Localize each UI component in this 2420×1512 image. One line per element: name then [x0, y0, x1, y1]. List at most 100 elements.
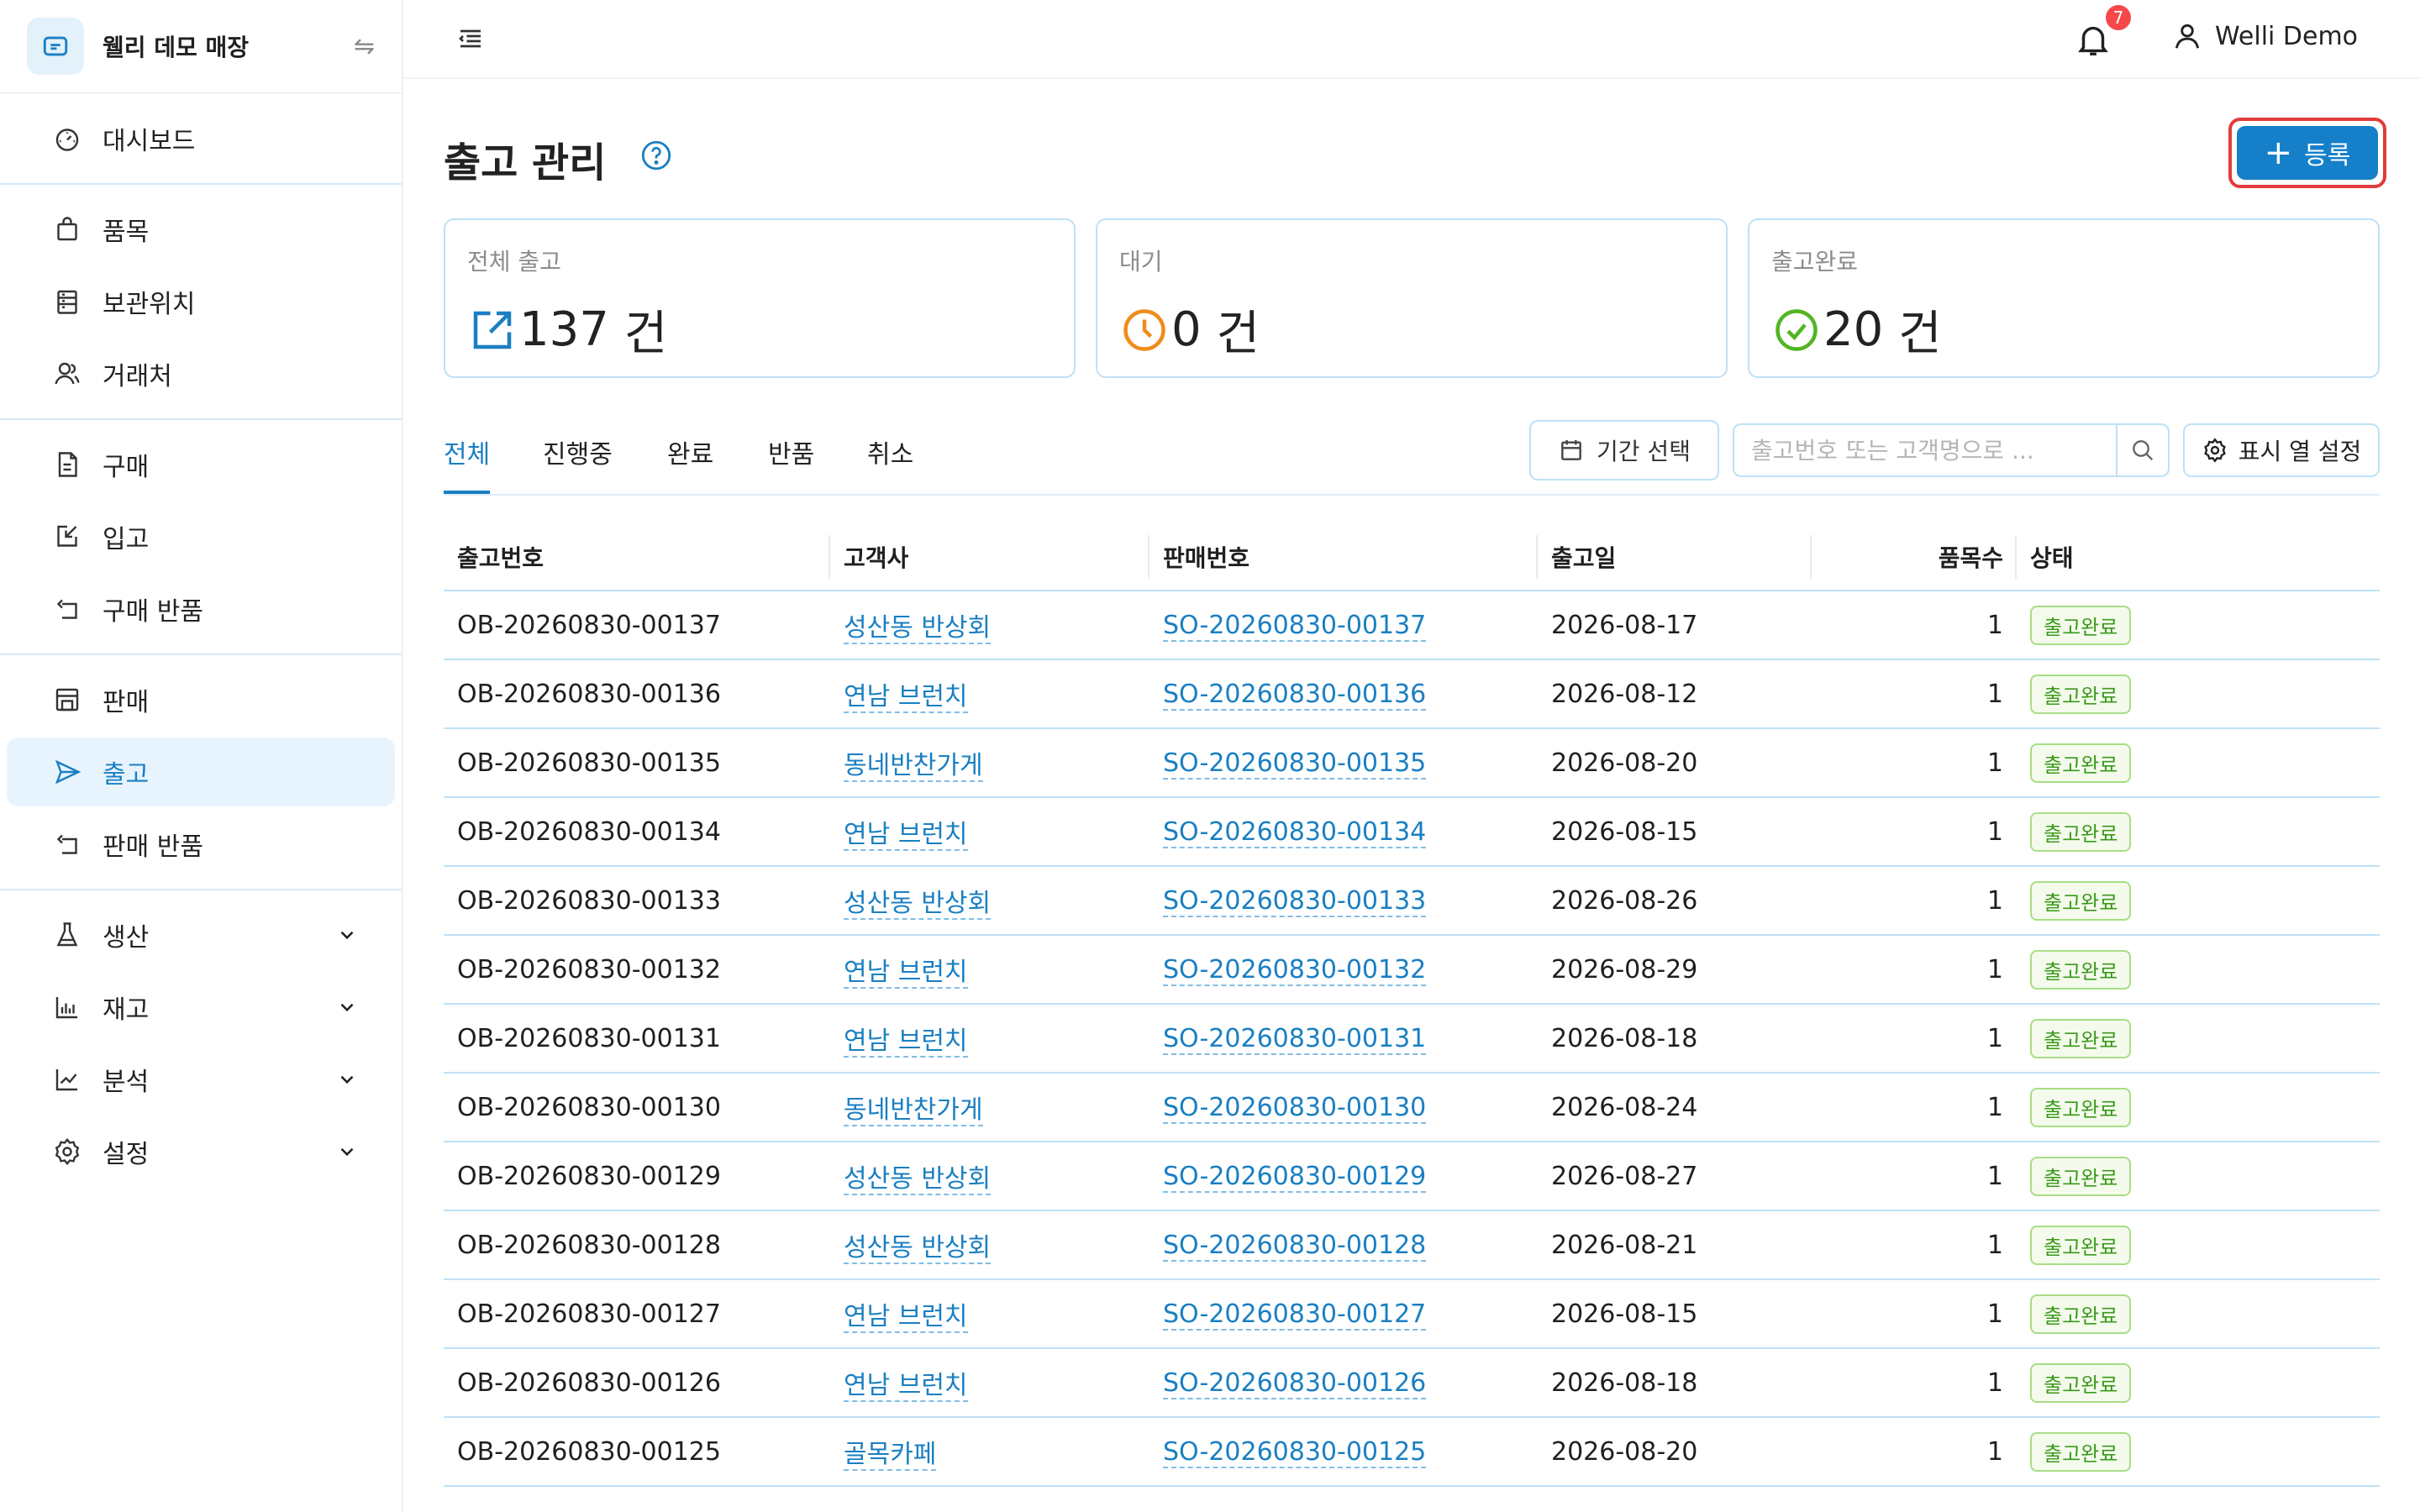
- sales-order-link[interactable]: SO-20260830-00128: [1163, 1230, 1427, 1262]
- customer-link[interactable]: 연남 브런치: [844, 820, 968, 851]
- tab-all[interactable]: 전체: [444, 433, 491, 494]
- sidebar-item-locations[interactable]: 보관위치: [7, 267, 395, 336]
- sidebar-item-items[interactable]: 품목: [7, 195, 395, 264]
- column-header[interactable]: 고객사: [830, 535, 1150, 579]
- table-row[interactable]: OB-20260830-00137 성산동 반상회 SO-20260830-0013…: [444, 591, 2380, 660]
- tab-returned[interactable]: 반품: [768, 433, 814, 491]
- customer-link[interactable]: 동네반찬가게: [844, 1095, 983, 1126]
- customer-link[interactable]: 골목카페: [844, 1440, 937, 1471]
- customer-link[interactable]: 성산동 반상회: [844, 1233, 992, 1264]
- customer-link[interactable]: 성산동 반상회: [844, 613, 992, 644]
- customer-link[interactable]: 동네반찬가게: [844, 751, 983, 782]
- sidebar-item-label: 판매: [103, 688, 150, 717]
- sales-order-link[interactable]: SO-20260830-00136: [1163, 679, 1427, 711]
- status-cell-cell: 출고완료: [2017, 1431, 2380, 1472]
- sales-order-link[interactable]: SO-20260830-00127: [1163, 1299, 1427, 1331]
- customer-link[interactable]: 연남 브런치: [844, 1026, 968, 1058]
- outbound-date-cell: 2026-08-29: [1538, 955, 1812, 984]
- table-row[interactable]: OB-20260830-00130 동네반찬가게 SO-20260830-00130…: [444, 1074, 2380, 1142]
- search-input[interactable]: [1734, 425, 2116, 475]
- sales-order-link[interactable]: SO-20260830-00137: [1163, 610, 1427, 642]
- customer-link[interactable]: 성산동 반상회: [844, 1164, 992, 1195]
- table-row[interactable]: OB-20260830-00128 성산동 반상회 SO-20260830-0012…: [444, 1211, 2380, 1280]
- outbound-number: OB-20260830-00129: [457, 1161, 721, 1191]
- customer-link[interactable]: 연남 브런치: [844, 1302, 968, 1333]
- chevron-down-icon: [340, 931, 354, 940]
- sidebar-item-label: 거래처: [103, 362, 172, 391]
- sidebar-item-inventory[interactable]: 재고: [7, 973, 395, 1042]
- sales-order-link[interactable]: SO-20260830-00135: [1163, 748, 1427, 780]
- sidebar-item-production[interactable]: 생산: [7, 900, 395, 969]
- tab-completed[interactable]: 완료: [667, 433, 713, 491]
- clock-icon: [1123, 308, 1165, 351]
- sales-order-link[interactable]: SO-20260830-00129: [1163, 1161, 1427, 1193]
- outbound-date: 2026-08-12: [1551, 679, 1698, 709]
- item-count-cell: 1: [1812, 611, 2017, 640]
- people-icon: [52, 359, 82, 389]
- outbound-number-cell: OB-20260830-00135: [444, 748, 830, 778]
- customer-link[interactable]: 연남 브런치: [844, 1371, 968, 1402]
- search-button[interactable]: [2116, 425, 2168, 475]
- column-header[interactable]: 판매번호: [1150, 535, 1538, 579]
- customer-link[interactable]: 성산동 반상회: [844, 889, 992, 920]
- table-row[interactable]: OB-20260830-00132 연남 브런치 SO-20260830-00132…: [444, 936, 2380, 1005]
- sidebar-item-dashboard[interactable]: 대시보드: [7, 104, 395, 173]
- table-row[interactable]: OB-20260830-00135 동네반찬가게 SO-20260830-00135…: [444, 729, 2380, 798]
- table-row[interactable]: OB-20260830-00133 성산동 반상회 SO-20260830-0013…: [444, 867, 2380, 936]
- column-header[interactable]: 품목수: [1812, 535, 2017, 579]
- sidebar-item-purchase[interactable]: 구매: [7, 430, 395, 499]
- sales-order-link-cell: SO-20260830-00137: [1150, 610, 1538, 642]
- card-value: 137 건: [467, 296, 1052, 364]
- item-count: 1: [1986, 1161, 2003, 1191]
- table-row[interactable]: OB-20260830-00134 연남 브런치 SO-20260830-00134…: [444, 798, 2380, 867]
- sales-order-link[interactable]: SO-20260830-00133: [1163, 885, 1427, 917]
- bell-icon[interactable]: [2074, 18, 2112, 60]
- sidebar-item-inbound[interactable]: 입고: [7, 502, 395, 571]
- sidebar-item-label: 생산: [103, 923, 150, 953]
- sidebar-item-sales-return[interactable]: 판매 반품: [7, 810, 395, 879]
- sidebar-item-purchase-return[interactable]: 구매 반품: [7, 575, 395, 643]
- sidebar-item-label: 설정: [103, 1140, 150, 1169]
- sidebar-item-analytics[interactable]: 분석: [7, 1045, 395, 1114]
- sales-order-link[interactable]: SO-20260830-00132: [1163, 954, 1427, 986]
- table-row[interactable]: OB-20260830-00136 연남 브런치 SO-20260830-00136…: [444, 660, 2380, 729]
- customer-link[interactable]: 연남 브런치: [844, 682, 968, 713]
- table-row[interactable]: OB-20260830-00127 연남 브런치 SO-20260830-00127…: [444, 1280, 2380, 1349]
- column-header[interactable]: 출고일: [1538, 535, 1812, 579]
- table-row[interactable]: OB-20260830-00131 연남 브런치 SO-20260830-00131…: [444, 1005, 2380, 1074]
- sidebar-item-settings[interactable]: 설정: [7, 1117, 395, 1186]
- sidebar-item-sales[interactable]: 판매: [7, 665, 395, 734]
- sidebar-item-outbound[interactable]: 출고: [7, 738, 395, 806]
- register-label: 등록: [2304, 141, 2351, 171]
- tab-in-progress[interactable]: 진행중: [543, 433, 613, 491]
- swap-icon[interactable]: ⇋: [354, 32, 375, 61]
- sales-order-link[interactable]: SO-20260830-00130: [1163, 1092, 1427, 1124]
- sales-order-link[interactable]: SO-20260830-00134: [1163, 816, 1427, 848]
- status-badge: 출고완료: [2030, 605, 2132, 645]
- summary-card-total[interactable]: 전체 출고 137 건: [444, 218, 1076, 378]
- sales-order-link[interactable]: SO-20260830-00125: [1163, 1436, 1427, 1468]
- store-logo-icon: [27, 18, 84, 75]
- sales-order-link[interactable]: SO-20260830-00126: [1163, 1368, 1427, 1399]
- sidebar-item-partners[interactable]: 거래처: [7, 339, 395, 408]
- table-row[interactable]: OB-20260830-00129 성산동 반상회 SO-20260830-0012…: [444, 1142, 2380, 1211]
- summary-card-completed[interactable]: 출고완료 20 건: [1748, 218, 2380, 378]
- status-badge: 출고완료: [2030, 1294, 2132, 1334]
- table-row[interactable]: OB-20260830-00126 연남 브런치 SO-20260830-00126…: [444, 1349, 2380, 1418]
- store-switcher[interactable]: 웰리 데모 매장 ⇋: [0, 0, 402, 94]
- help-icon[interactable]: [639, 138, 674, 173]
- user-menu[interactable]: Welli Demo: [2171, 20, 2358, 52]
- sales-order-link[interactable]: SO-20260830-00131: [1163, 1023, 1427, 1055]
- sales-order-link-cell: SO-20260830-00133: [1150, 885, 1538, 917]
- menu-collapse-icon[interactable]: [455, 24, 486, 54]
- register-button[interactable]: + 등록: [2237, 126, 2378, 180]
- column-settings-button[interactable]: 표시 열 설정: [2183, 423, 2380, 477]
- status-cell-cell: 출고완료: [2017, 949, 2380, 990]
- tab-cancelled[interactable]: 취소: [867, 433, 913, 491]
- table-row[interactable]: OB-20260830-00125 골목카페 SO-20260830-00125 20…: [444, 1418, 2380, 1487]
- summary-card-waiting[interactable]: 대기 0 건: [1096, 218, 1728, 378]
- column-header[interactable]: 출고번호: [444, 535, 830, 579]
- customer-link[interactable]: 연남 브런치: [844, 958, 968, 989]
- period-select-button[interactable]: 기간 선택: [1529, 420, 1719, 480]
- column-header[interactable]: 상태: [2017, 535, 2380, 579]
